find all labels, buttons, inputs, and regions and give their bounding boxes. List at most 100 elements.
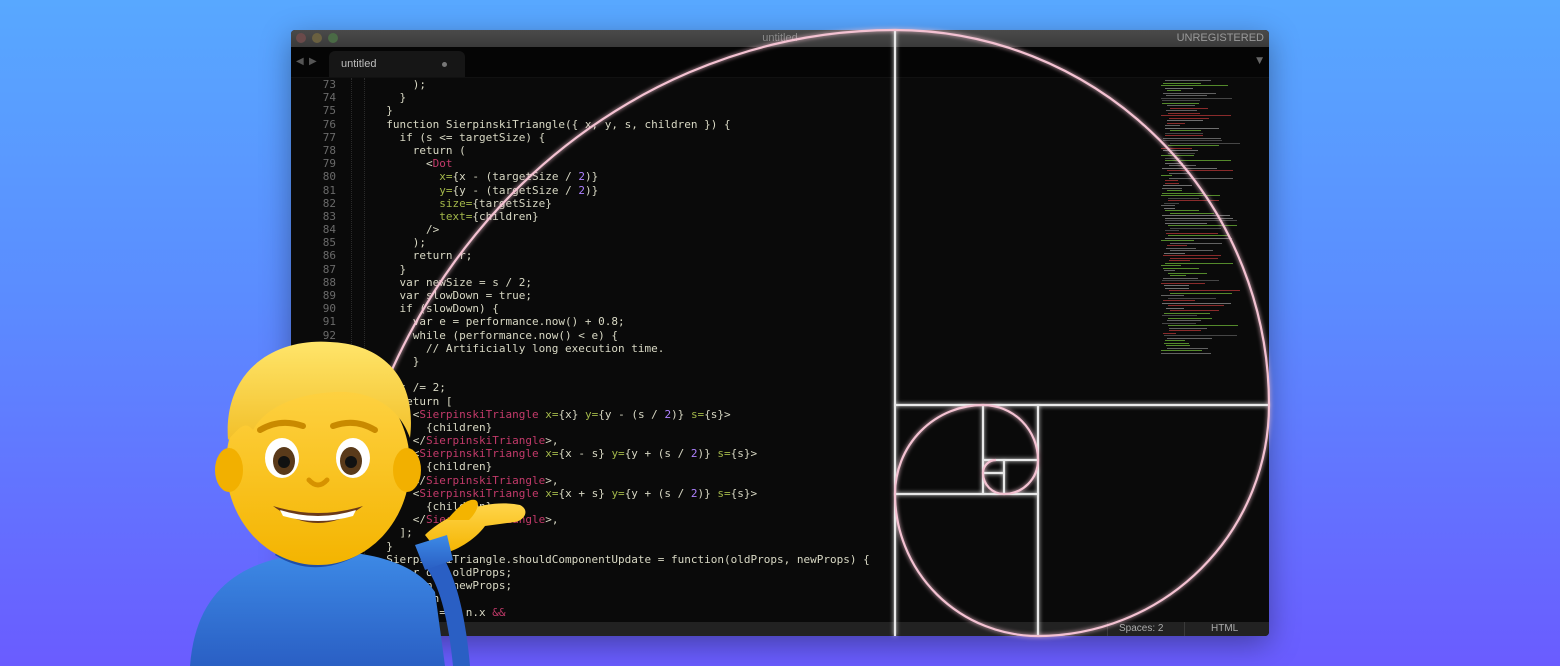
minimap-line — [1169, 327, 1207, 329]
minimap-line — [1161, 240, 1194, 241]
minimap-line — [1167, 90, 1181, 91]
line-number: 80 — [322, 170, 336, 184]
line-number: 87 — [322, 262, 336, 276]
minimap-line — [1167, 120, 1203, 121]
minimap-line — [1165, 182, 1179, 184]
tab-untitled[interactable]: untitled — [329, 51, 465, 77]
minimap-line — [1163, 92, 1216, 94]
syntax-status[interactable]: HTML — [1211, 623, 1238, 634]
code-line[interactable]: var e = performance.now() + 0.8; — [373, 315, 1153, 328]
code-line[interactable]: } — [373, 91, 1153, 104]
minimap-line — [1169, 330, 1201, 331]
minimap-line — [1163, 150, 1198, 151]
indentation-status[interactable]: Spaces: 2 — [1119, 623, 1163, 634]
minimap-line — [1170, 212, 1214, 214]
minimap-line — [1170, 250, 1213, 251]
back-arrow-icon[interactable]: ◀ — [296, 56, 304, 67]
code-line[interactable]: y={y - (targetSize / 2)} — [373, 184, 1153, 197]
minimap-line — [1165, 80, 1211, 81]
minimap-line — [1166, 345, 1190, 346]
status-divider — [1107, 622, 1108, 636]
code-line[interactable]: ); — [373, 236, 1153, 249]
minimap-line — [1161, 350, 1202, 351]
code-line[interactable]: ); — [373, 78, 1153, 91]
unsaved-dot-icon[interactable] — [442, 62, 447, 67]
line-number: 82 — [322, 196, 336, 210]
tab-bar: ◀ ▶ untitled ▼ — [291, 47, 1269, 78]
line-number: 79 — [322, 157, 336, 171]
code-line[interactable]: text={children} — [373, 210, 1153, 223]
minimap-line — [1163, 140, 1222, 141]
minimap-line — [1165, 132, 1203, 134]
minimap-line — [1168, 200, 1219, 201]
code-line[interactable]: function SierpinskiTriangle({ x, y, s, c… — [373, 118, 1153, 131]
code-line[interactable]: return r; — [373, 249, 1153, 262]
minimap-line — [1163, 82, 1201, 84]
minimap-line — [1166, 110, 1197, 111]
code-line[interactable]: if (s <= targetSize) { — [373, 131, 1153, 144]
minimap-line — [1165, 340, 1185, 341]
minimap-line — [1163, 185, 1192, 186]
minimap-line — [1168, 297, 1216, 299]
minimap-line — [1169, 117, 1209, 119]
status-divider — [1184, 622, 1185, 636]
minimap-line — [1165, 87, 1193, 89]
minimap-line — [1165, 125, 1180, 126]
minimap-line — [1163, 332, 1176, 334]
minimap-line — [1170, 310, 1219, 311]
minimap-line — [1168, 225, 1237, 226]
code-line[interactable]: /> — [373, 223, 1153, 236]
tab-menu-icon[interactable]: ▼ — [1256, 56, 1263, 66]
code-line[interactable]: <Dot — [373, 157, 1153, 170]
minimap-line — [1169, 172, 1189, 174]
minimap-line — [1165, 162, 1183, 164]
minimap-line — [1163, 300, 1195, 301]
minimap-line — [1165, 180, 1178, 181]
minimap-line — [1168, 317, 1212, 319]
minimap-line — [1161, 115, 1231, 116]
minimap-line — [1167, 347, 1208, 349]
code-line[interactable]: size={targetSize} — [373, 197, 1153, 210]
minimap-line — [1169, 290, 1240, 291]
minimap-line — [1162, 192, 1203, 194]
minimap-line — [1165, 127, 1219, 129]
minimap-line — [1170, 275, 1186, 276]
minimap-line — [1165, 217, 1233, 219]
minimap-line — [1168, 197, 1199, 199]
minimap-line — [1165, 230, 1179, 231]
minimap-line — [1165, 237, 1232, 239]
minimap-line — [1164, 270, 1175, 271]
title-bar: untitled UNREGISTERED — [291, 30, 1269, 47]
minimap-line — [1168, 272, 1207, 274]
code-line[interactable]: x={x - (targetSize / 2)} — [373, 170, 1153, 183]
line-number: 84 — [322, 223, 336, 237]
minimap-line — [1164, 202, 1179, 204]
minimap-line — [1170, 257, 1218, 259]
minimap-line — [1163, 267, 1199, 269]
forward-arrow-icon[interactable]: ▶ — [309, 56, 317, 67]
code-line[interactable]: var newSize = s / 2; — [373, 276, 1153, 289]
code-line[interactable]: } — [373, 104, 1153, 117]
code-line[interactable]: } — [373, 263, 1153, 276]
minimap-line — [1168, 145, 1219, 146]
minimap-line — [1166, 95, 1207, 96]
code-line[interactable]: var slowDown = true; — [373, 289, 1153, 302]
line-number: 73 — [322, 78, 336, 91]
line-number: 76 — [322, 117, 336, 131]
minimap-line — [1166, 307, 1184, 309]
minimap-line — [1162, 102, 1199, 104]
minimap[interactable] — [1159, 78, 1269, 368]
minimap-line — [1165, 262, 1233, 264]
minimap-line — [1162, 215, 1230, 216]
minimap-line — [1170, 227, 1221, 229]
line-number: 86 — [322, 249, 336, 263]
code-line[interactable]: return ( — [373, 144, 1153, 157]
minimap-line — [1165, 210, 1199, 211]
code-line[interactable]: if (slowDown) { — [373, 302, 1153, 315]
minimap-line — [1161, 352, 1211, 354]
minimap-line — [1163, 255, 1221, 256]
minimap-line — [1165, 222, 1207, 224]
minimap-line — [1162, 187, 1182, 189]
minimap-line — [1166, 232, 1218, 234]
line-number: 81 — [322, 183, 336, 197]
